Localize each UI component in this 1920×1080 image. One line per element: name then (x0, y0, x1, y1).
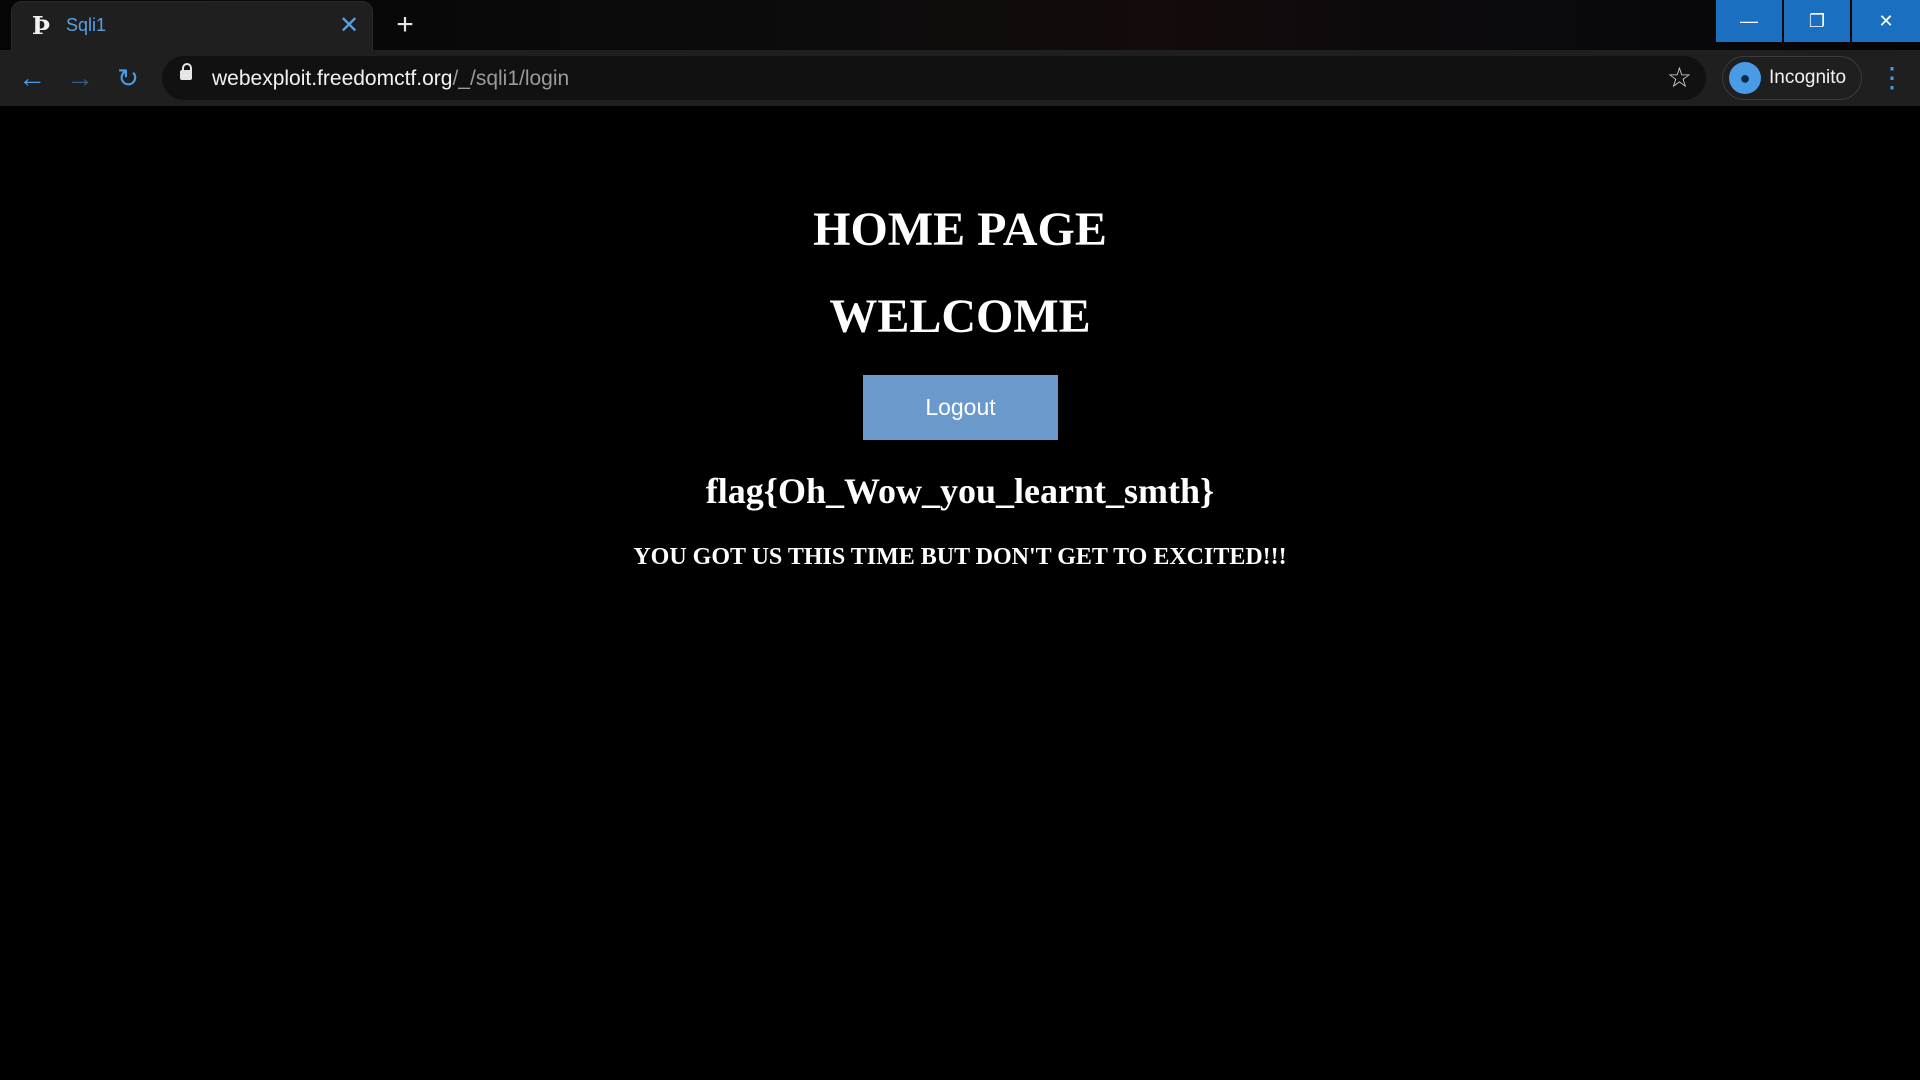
minimize-window-button[interactable]: — (1716, 0, 1782, 42)
logout-button[interactable]: Logout (863, 375, 1058, 440)
flag-text: flag{Oh_Wow_you_learnt_smth} (705, 471, 1215, 511)
page-title: HOME PAGE (813, 203, 1107, 256)
browser-tab[interactable]: Þ Sqli1 ✕ (12, 2, 372, 50)
browser-menu-icon[interactable]: ⋮ (1878, 60, 1906, 96)
url-host: webexploit.freedomctf.org (212, 67, 453, 90)
reload-icon[interactable]: ↻ (112, 62, 144, 94)
close-tab-icon[interactable]: ✕ (336, 13, 362, 39)
new-tab-button[interactable]: + (390, 10, 420, 40)
incognito-label: Incognito (1769, 67, 1847, 88)
incognito-profile-button[interactable]: ● Incognito (1722, 56, 1862, 100)
tab-title: Sqli1 (66, 15, 107, 35)
close-window-button[interactable]: ✕ (1852, 0, 1920, 42)
page-content: HOME PAGE WELCOME Logout flag{Oh_Wow_you… (0, 106, 1920, 1080)
restore-window-button[interactable]: ❐ (1784, 0, 1850, 42)
welcome-heading: WELCOME (829, 290, 1091, 343)
url-path: /_/sqli1/login (452, 67, 570, 90)
lock-icon[interactable] (180, 63, 192, 80)
warning-message: YOU GOT US THIS TIME BUT DON'T GET TO EX… (633, 544, 1287, 570)
p-logo-icon: Þ (31, 11, 51, 40)
bookmark-star-icon[interactable]: ☆ (1667, 62, 1692, 94)
forward-arrow-icon[interactable]: → (64, 62, 96, 94)
back-arrow-icon[interactable]: ← (16, 62, 48, 94)
incognito-icon: ● (1729, 62, 1761, 94)
url-text[interactable]: webexploit.freedomctf.org/_/sqli1/login (212, 67, 569, 91)
browser-toolbar: ← → ↻ webexploit.freedomctf.org/_/sqli1/… (0, 50, 1920, 106)
address-bar[interactable]: webexploit.freedomctf.org/_/sqli1/login … (162, 56, 1706, 100)
browser-titlebar: Þ Sqli1 ✕ + — ❐ ✕ (0, 0, 1920, 50)
